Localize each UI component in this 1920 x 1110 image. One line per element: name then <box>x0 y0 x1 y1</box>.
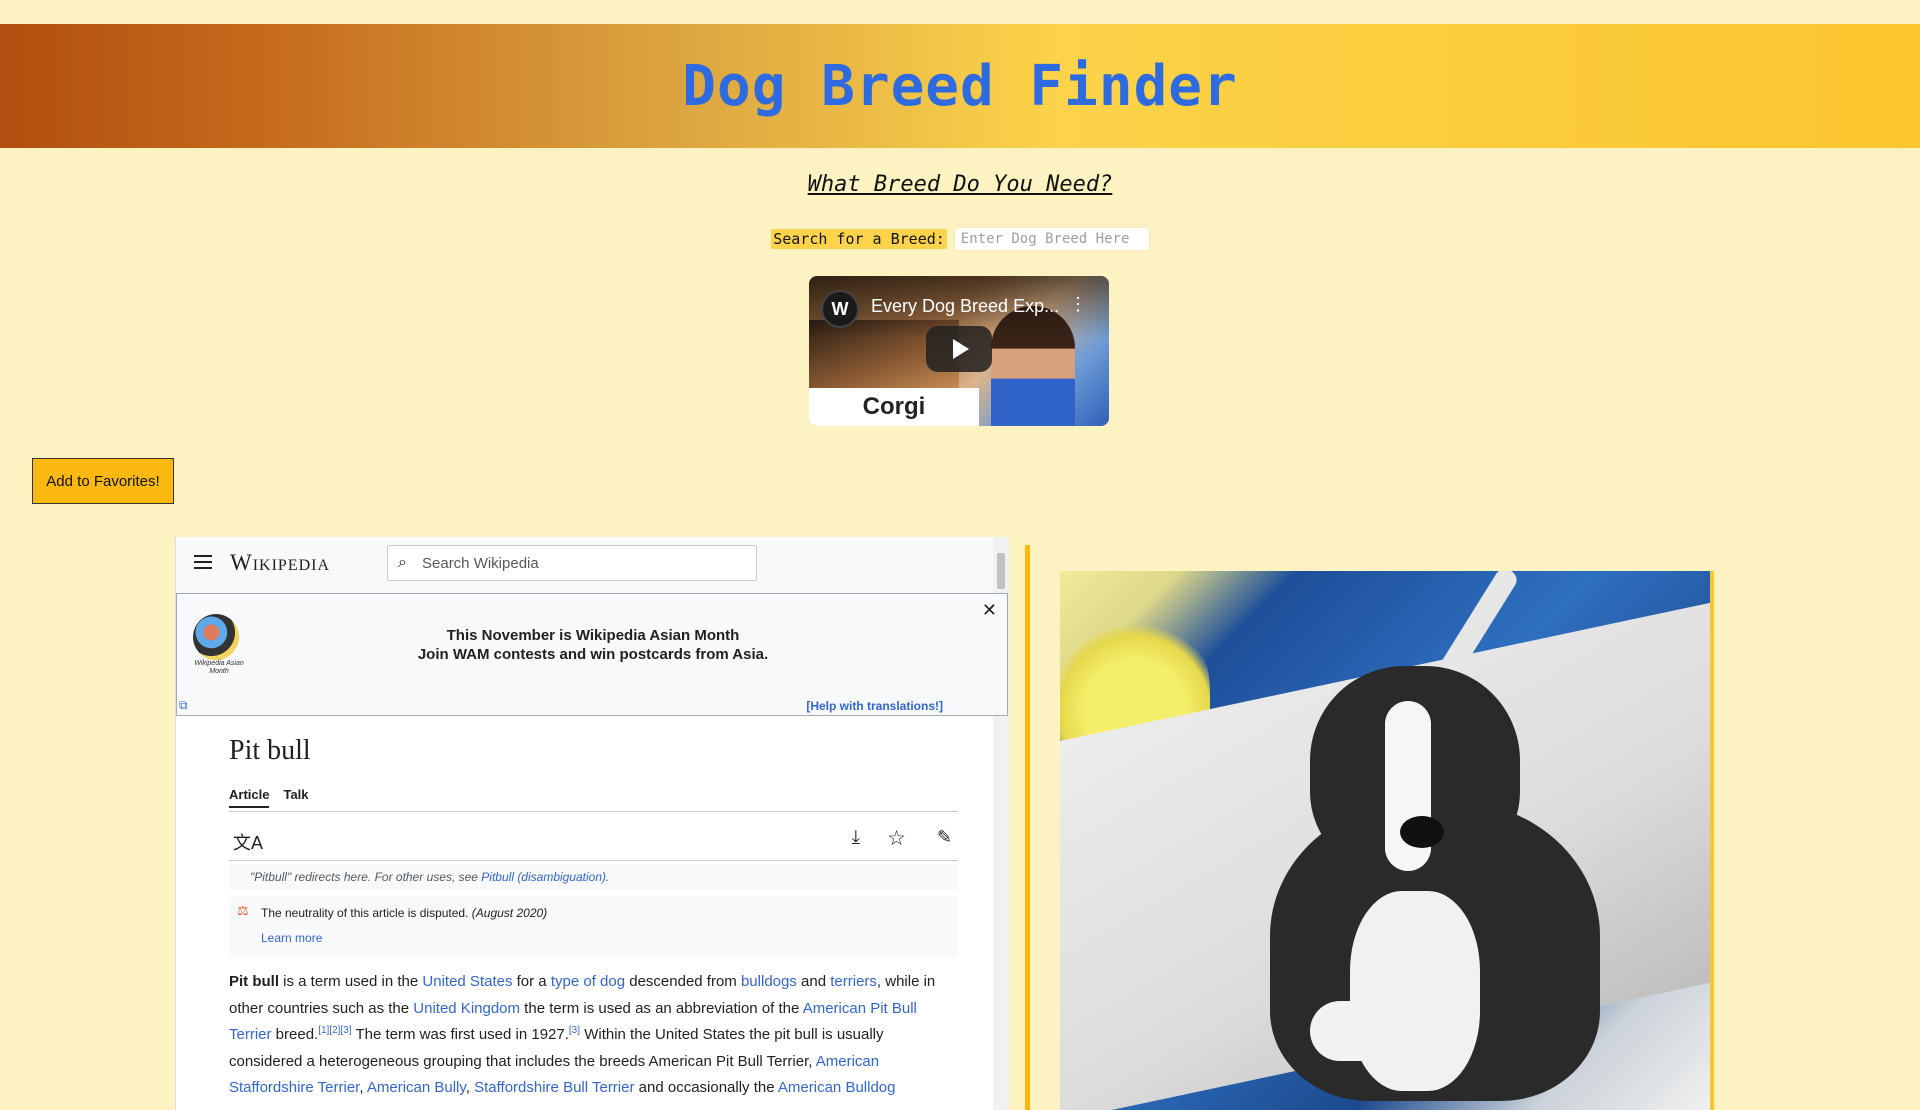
neutrality-notice: ⚖ The neutrality of this article is disp… <box>229 897 958 957</box>
body-text: and occasionally the <box>634 1079 778 1096</box>
banner-message: This November is Wikipedia Asian Month J… <box>177 626 1009 664</box>
link-bulldogs[interactable]: bulldogs <box>741 973 797 990</box>
hatnote: "Pitbull" redirects here. For other uses… <box>229 864 958 890</box>
link-staffy[interactable]: Staffordshire Bull Terrier <box>474 1079 634 1096</box>
tab-talk[interactable]: Talk <box>283 787 308 808</box>
body-text: the term is used as an abbreviation of t… <box>520 999 803 1017</box>
wikipedia-logo[interactable]: Wikipedia <box>230 550 330 576</box>
search-row: Search for a Breed: <box>0 228 1920 250</box>
citation-link[interactable]: [1][2][3] <box>318 1025 351 1036</box>
article-tools: 文A ⤓ ☆ ✎ <box>229 823 958 859</box>
divider-bar <box>1025 545 1030 1110</box>
banner-line-1: This November is Wikipedia Asian Month <box>446 627 740 644</box>
download-icon[interactable]: ⤓ <box>852 827 860 849</box>
add-to-favorites-button[interactable]: Add to Favorites! <box>32 458 174 504</box>
star-icon[interactable]: ☆ <box>887 826 906 851</box>
video-title[interactable]: Every Dog Breed Exp... <box>871 296 1071 317</box>
body-text: , <box>359 1079 367 1096</box>
dog-photo <box>1060 571 1710 1110</box>
body-text: and <box>796 973 831 990</box>
link-american-bully[interactable]: American Bully <box>367 1079 466 1096</box>
help-translations-link[interactable]: [Help with translations!] <box>806 699 943 713</box>
wiki-search-input[interactable]: ⌕ Search Wikipedia <box>387 545 757 581</box>
hatnote-text: "Pitbull" redirects here. For other uses… <box>250 870 482 884</box>
search-label: Search for a Breed: <box>771 229 947 249</box>
menu-icon[interactable] <box>194 555 212 569</box>
learn-more-link[interactable]: Learn more <box>261 931 322 945</box>
link-united-kingdom[interactable]: United Kingdom <box>413 1000 520 1017</box>
wiki-search-placeholder: Search Wikipedia <box>422 555 539 572</box>
search-icon: ⌕ <box>398 554 407 571</box>
tab-divider <box>229 811 958 812</box>
link-type-of-dog[interactable]: type of dog <box>551 973 625 990</box>
header-banner: Dog Breed Finder <box>0 24 1920 148</box>
scales-icon: ⚖ <box>237 903 249 918</box>
external-link-icon[interactable]: ⧉ <box>179 698 188 713</box>
neutrality-message: The neutrality of this article is disput… <box>261 906 469 920</box>
video-caption: Corgi <box>809 388 979 426</box>
video-player[interactable]: W Every Dog Breed Exp... ⋮ Corgi <box>809 276 1109 426</box>
body-bold-term: Pit bull <box>229 973 279 990</box>
body-text: breed. <box>271 1026 319 1043</box>
hatnote-suffix: . <box>606 870 610 884</box>
article-tabs: Article Talk <box>229 787 309 808</box>
banner-line-2: Join WAM contests and win postcards from… <box>417 646 769 663</box>
page-subtitle: What Breed Do You Need? <box>807 172 1113 197</box>
body-text: is a term used in the <box>279 973 423 990</box>
wiki-header: Wikipedia ⌕ Search Wikipedia <box>176 537 1009 593</box>
wiki-campaign-banner: Wikipedia Asian Month This November is W… <box>176 593 1008 716</box>
dog-nose <box>1400 816 1444 848</box>
body-text: descended from <box>625 973 741 990</box>
close-icon[interactable]: ✕ <box>982 600 997 621</box>
channel-avatar-icon[interactable]: W <box>821 290 859 328</box>
neutrality-date: (August 2020) <box>471 906 548 920</box>
more-vert-icon[interactable]: ⋮ <box>1069 294 1087 315</box>
dog-chest <box>1350 891 1480 1091</box>
citation-link[interactable]: [3] <box>569 1025 580 1036</box>
neutrality-text: The neutrality of this article is disput… <box>261 906 547 920</box>
hatnote-link[interactable]: Pitbull (disambiguation) <box>481 870 606 884</box>
wikipedia-embed: Wikipedia ⌕ Search Wikipedia Wikipedia A… <box>175 537 1009 1110</box>
tab-article[interactable]: Article <box>229 787 270 808</box>
tools-divider <box>229 860 958 861</box>
language-icon[interactable]: 文A <box>233 829 263 855</box>
link-united-states[interactable]: United States <box>422 973 512 990</box>
article-body: Pit bull is a term used in the United St… <box>229 969 958 1102</box>
link-american-bulldog[interactable]: American Bulldog <box>778 1079 896 1096</box>
dog-paw <box>1310 1001 1440 1061</box>
play-button[interactable] <box>926 326 992 372</box>
edit-lock-icon[interactable]: ✎ <box>937 827 952 848</box>
body-text: , <box>465 1079 475 1096</box>
link-terriers[interactable]: terriers <box>830 973 877 990</box>
breed-search-input[interactable] <box>954 228 1149 250</box>
body-text: for a <box>512 973 551 990</box>
article-title: Pit bull <box>229 735 311 766</box>
page-title: Dog Breed Finder <box>682 53 1238 119</box>
body-text: The term was first used in 1927. <box>351 1026 569 1043</box>
